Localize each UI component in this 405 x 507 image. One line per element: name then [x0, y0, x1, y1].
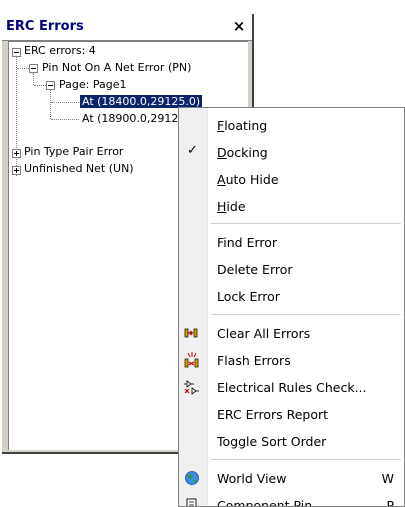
tree-line [16, 56, 17, 176]
close-icon[interactable]: × [232, 18, 246, 34]
tree-node-unfinished[interactable]: Unfinished Net (UN) [24, 160, 134, 177]
menu-item-erc-errors-report[interactable]: ERC Errors Report [179, 401, 404, 428]
collapse-pn-icon[interactable] [29, 64, 38, 73]
tree-node-pin-type[interactable]: Pin Type Pair Error [24, 143, 123, 160]
menu-item-label: World View [217, 471, 287, 486]
panel-titlebar[interactable]: ERC Errors × [2, 14, 252, 41]
menu-item-flash-errors[interactable]: Flash Errors [179, 347, 404, 374]
menu-separator [211, 459, 401, 460]
menu-item-label: ERC Errors Report [217, 407, 329, 422]
menu-item-find-error[interactable]: Find Error [179, 229, 404, 256]
menu-item-docking[interactable]: ✓ Docking [179, 139, 404, 166]
menu-item-label: Delete Error [217, 262, 293, 277]
tree-node-pin-error[interactable]: Pin Not On A Net Error (PN) [42, 59, 191, 76]
menu-separator [211, 223, 401, 224]
collapse-page-icon[interactable] [46, 81, 55, 90]
menu-item-label: Hide [217, 199, 246, 214]
tree-node-root[interactable]: ERC errors: 4 [24, 42, 96, 59]
shortcut-key: P [386, 498, 394, 507]
menu-item-lock-error[interactable]: Lock Error [179, 283, 404, 310]
expand-unfinished-icon[interactable] [12, 166, 21, 175]
menu-item-label: Floating [217, 118, 268, 133]
menu-item-label: Electrical Rules Check... [217, 380, 367, 395]
menu-item-delete-error[interactable]: Delete Error [179, 256, 404, 283]
checkmark-icon: ✓ [187, 143, 198, 158]
shortcut-key: W [381, 471, 394, 486]
menu-item-toggle-sort-order[interactable]: Toggle Sort Order [179, 428, 404, 455]
tree-line [51, 102, 79, 103]
context-menu: Floating ✓ Docking Auto Hide Hide Find E… [178, 107, 405, 507]
menu-item-label: Flash Errors [217, 353, 291, 368]
menu-item-label: Auto Hide [217, 172, 279, 187]
tree-line [50, 90, 51, 119]
tree-line [34, 85, 46, 86]
panel-title: ERC Errors [6, 19, 84, 34]
erc-check-icon [184, 380, 199, 395]
menu-item-label: Component Pin [217, 498, 313, 507]
menu-item-label: Lock Error [217, 289, 280, 304]
tree-line [33, 73, 34, 85]
menu-item-label: Toggle Sort Order [217, 434, 327, 449]
menu-item-electrical-rules-check[interactable]: Electrical Rules Check... [179, 374, 404, 401]
clear-errors-icon [184, 328, 198, 338]
tree-line [17, 68, 29, 69]
menu-item-label: Clear All Errors [217, 326, 311, 341]
menu-item-floating[interactable]: Floating [179, 112, 404, 139]
menu-item-component-pin[interactable]: Component Pin P [179, 492, 404, 507]
menu-item-world-view[interactable]: World View W [179, 465, 404, 492]
menu-item-auto-hide[interactable]: Auto Hide [179, 166, 404, 193]
tree-line [51, 119, 79, 120]
menu-separator [211, 314, 401, 315]
component-pin-icon [186, 498, 197, 506]
menu-item-label: Docking [217, 145, 268, 160]
tree-node-page[interactable]: Page: Page1 [59, 76, 126, 93]
globe-icon [185, 471, 199, 485]
menu-item-hide[interactable]: Hide [179, 193, 404, 220]
expand-pin-type-icon[interactable] [12, 149, 21, 158]
menu-item-clear-all-errors[interactable]: Clear All Errors [179, 320, 404, 347]
flash-errors-icon [184, 352, 199, 368]
menu-item-label: Find Error [217, 235, 278, 250]
